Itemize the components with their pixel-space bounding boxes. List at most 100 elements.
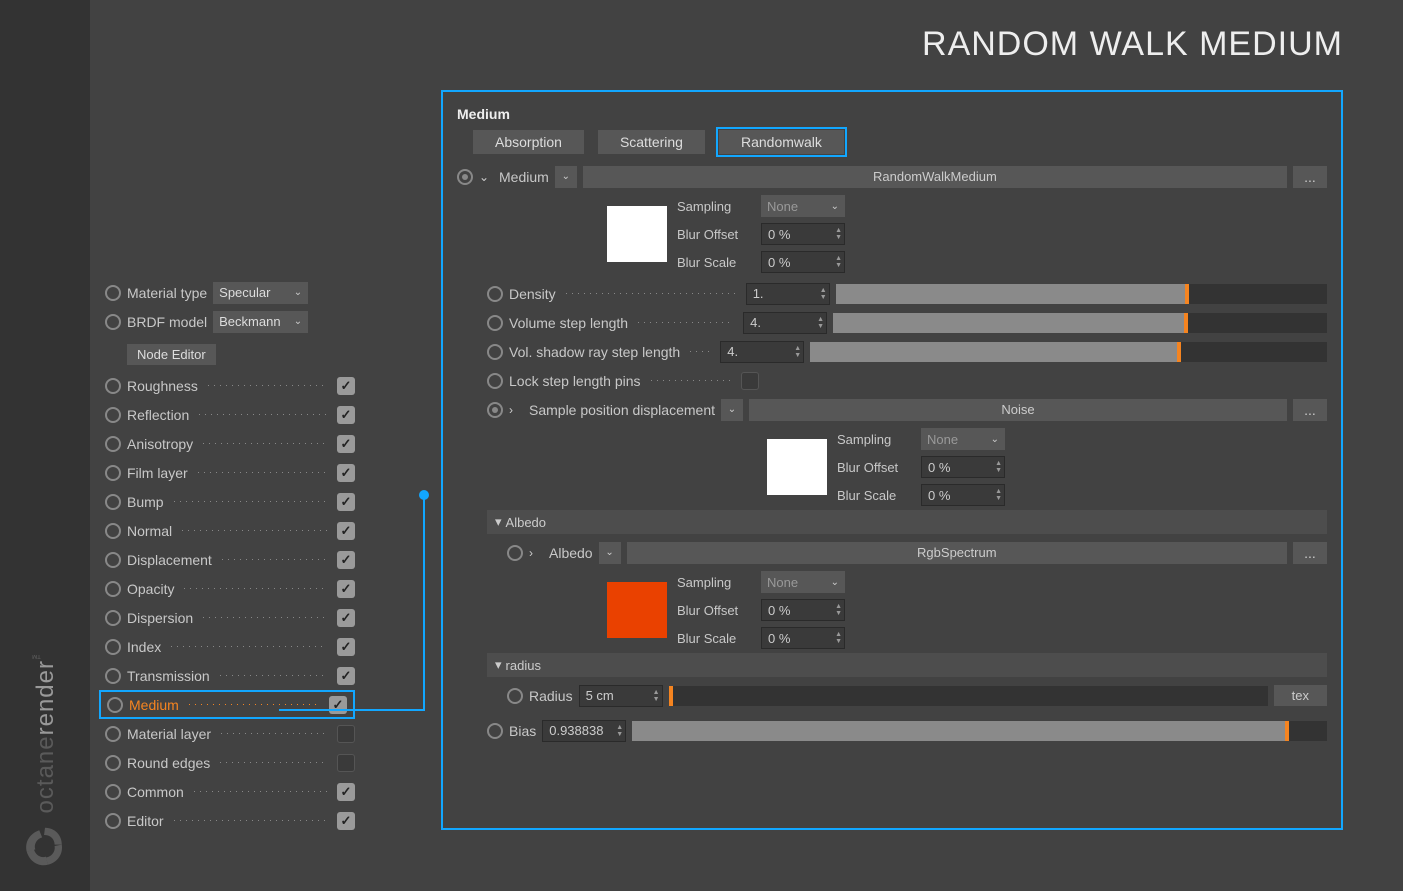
sidebar-item-bump[interactable]: Bump xyxy=(105,487,355,516)
tex-button[interactable]: tex xyxy=(1274,685,1327,706)
albedo-blur-scale-input[interactable]: 0 %▲▼ xyxy=(761,627,845,649)
sidebar-item-checkbox[interactable] xyxy=(337,493,355,511)
sidebar-item-checkbox[interactable] xyxy=(337,667,355,685)
radio-icon[interactable] xyxy=(105,639,121,655)
albedo-dropdown[interactable]: ⌄ xyxy=(599,542,621,564)
albedo-color-swatch[interactable] xyxy=(607,582,667,638)
medium-radio[interactable] xyxy=(457,169,473,185)
noise-blur-scale-input[interactable]: 0 %▲▼ xyxy=(921,484,1005,506)
brdf-radio[interactable] xyxy=(105,314,121,330)
sidebar-item-film-layer[interactable]: Film layer xyxy=(105,458,355,487)
sidebar-item-roughness[interactable]: Roughness xyxy=(105,371,355,400)
vol-step-slider[interactable] xyxy=(833,313,1327,333)
sidebar-item-checkbox[interactable] xyxy=(337,464,355,482)
radius-section-header[interactable]: ▾ radius xyxy=(487,653,1327,677)
sidebar-item-checkbox[interactable] xyxy=(337,609,355,627)
sidebar-item-checkbox[interactable] xyxy=(337,406,355,424)
albedo-blur-offset-input[interactable]: 0 %▲▼ xyxy=(761,599,845,621)
sidebar-item-editor[interactable]: Editor xyxy=(105,806,355,835)
medium-expand-icon[interactable]: ⌄ xyxy=(479,170,493,184)
radio-icon[interactable] xyxy=(105,494,121,510)
brdf-dropdown[interactable]: Beckmann⌄ xyxy=(213,311,308,333)
noise-color-swatch[interactable] xyxy=(767,439,827,495)
radius-input[interactable]: 5 cm▲▼ xyxy=(579,685,663,707)
sidebar-item-checkbox[interactable] xyxy=(337,754,355,772)
radio-icon[interactable] xyxy=(105,726,121,742)
tab-scattering[interactable]: Scattering xyxy=(598,130,705,154)
albedo-sampling-select[interactable]: None⌄ xyxy=(761,571,845,593)
sidebar-item-checkbox[interactable] xyxy=(337,638,355,656)
radio-icon[interactable] xyxy=(105,581,121,597)
radio-icon[interactable] xyxy=(105,755,121,771)
sidebar-item-displacement[interactable]: Displacement xyxy=(105,545,355,574)
radius-slider[interactable] xyxy=(669,686,1268,706)
albedo-expand-icon[interactable]: › xyxy=(529,546,543,560)
sidebar-item-transmission[interactable]: Transmission xyxy=(105,661,355,690)
sidebar-item-material-layer[interactable]: Material layer xyxy=(105,719,355,748)
sidebar-item-checkbox[interactable] xyxy=(337,725,355,743)
medium-type-dropdown[interactable]: ⌄ xyxy=(555,166,577,188)
sidebar-item-checkbox[interactable] xyxy=(337,783,355,801)
albedo-radio[interactable] xyxy=(507,545,523,561)
radio-icon[interactable] xyxy=(105,378,121,394)
sidebar-item-round-edges[interactable]: Round edges xyxy=(105,748,355,777)
vol-shadow-input[interactable]: 4.▲▼ xyxy=(720,341,804,363)
vol-shadow-radio[interactable] xyxy=(487,344,503,360)
sample-pos-radio[interactable] xyxy=(487,402,503,418)
sidebar-item-anisotropy[interactable]: Anisotropy xyxy=(105,429,355,458)
sidebar-item-checkbox[interactable] xyxy=(337,435,355,453)
radius-radio[interactable] xyxy=(507,688,523,704)
material-type-dropdown[interactable]: Specular⌄ xyxy=(213,282,308,304)
radio-icon[interactable] xyxy=(105,465,121,481)
sidebar-item-checkbox[interactable] xyxy=(329,696,347,714)
sample-pos-expand-icon[interactable]: › xyxy=(509,403,523,417)
sidebar-item-checkbox[interactable] xyxy=(337,580,355,598)
medium-more-button[interactable]: ... xyxy=(1293,166,1327,188)
lock-step-radio[interactable] xyxy=(487,373,503,389)
albedo-section-header[interactable]: ▾ Albedo xyxy=(487,510,1327,534)
sidebar-item-checkbox[interactable] xyxy=(337,377,355,395)
albedo-field[interactable]: RgbSpectrum xyxy=(627,542,1287,564)
blur-offset-input[interactable]: 0 %▲▼ xyxy=(761,223,845,245)
material-type-radio[interactable] xyxy=(105,285,121,301)
density-radio[interactable] xyxy=(487,286,503,302)
medium-value-field[interactable]: RandomWalkMedium xyxy=(583,166,1287,188)
bias-slider[interactable] xyxy=(632,721,1327,741)
radio-icon[interactable] xyxy=(105,552,121,568)
sidebar-item-checkbox[interactable] xyxy=(337,522,355,540)
sidebar-item-checkbox[interactable] xyxy=(337,551,355,569)
bias-radio[interactable] xyxy=(487,723,503,739)
radio-icon[interactable] xyxy=(105,784,121,800)
sidebar-item-reflection[interactable]: Reflection xyxy=(105,400,355,429)
sidebar-item-index[interactable]: Index xyxy=(105,632,355,661)
sidebar-item-common[interactable]: Common xyxy=(105,777,355,806)
node-editor-button[interactable]: Node Editor xyxy=(127,344,216,365)
lock-step-checkbox[interactable] xyxy=(741,372,759,390)
sample-pos-dropdown[interactable]: ⌄ xyxy=(721,399,743,421)
radio-icon[interactable] xyxy=(107,697,123,713)
sidebar-item-checkbox[interactable] xyxy=(337,812,355,830)
radio-icon[interactable] xyxy=(105,668,121,684)
radio-icon[interactable] xyxy=(105,813,121,829)
noise-blur-offset-input[interactable]: 0 %▲▼ xyxy=(921,456,1005,478)
vol-shadow-slider[interactable] xyxy=(810,342,1327,362)
density-slider[interactable] xyxy=(836,284,1327,304)
noise-sampling-select[interactable]: None⌄ xyxy=(921,428,1005,450)
radio-icon[interactable] xyxy=(105,436,121,452)
density-input[interactable]: 1.▲▼ xyxy=(746,283,830,305)
radio-icon[interactable] xyxy=(105,523,121,539)
radio-icon[interactable] xyxy=(105,407,121,423)
vol-step-input[interactable]: 4.▲▼ xyxy=(743,312,827,334)
sample-pos-field[interactable]: Noise xyxy=(749,399,1287,421)
tab-absorption[interactable]: Absorption xyxy=(473,130,584,154)
sidebar-item-opacity[interactable]: Opacity xyxy=(105,574,355,603)
medium-color-swatch[interactable] xyxy=(607,206,667,262)
albedo-more-button[interactable]: ... xyxy=(1293,542,1327,564)
bias-input[interactable]: 0.938838▲▼ xyxy=(542,720,626,742)
sidebar-item-normal[interactable]: Normal xyxy=(105,516,355,545)
blur-scale-input[interactable]: 0 %▲▼ xyxy=(761,251,845,273)
sidebar-item-dispersion[interactable]: Dispersion xyxy=(105,603,355,632)
sample-pos-more-button[interactable]: ... xyxy=(1293,399,1327,421)
sampling-select[interactable]: None⌄ xyxy=(761,195,845,217)
vol-step-radio[interactable] xyxy=(487,315,503,331)
